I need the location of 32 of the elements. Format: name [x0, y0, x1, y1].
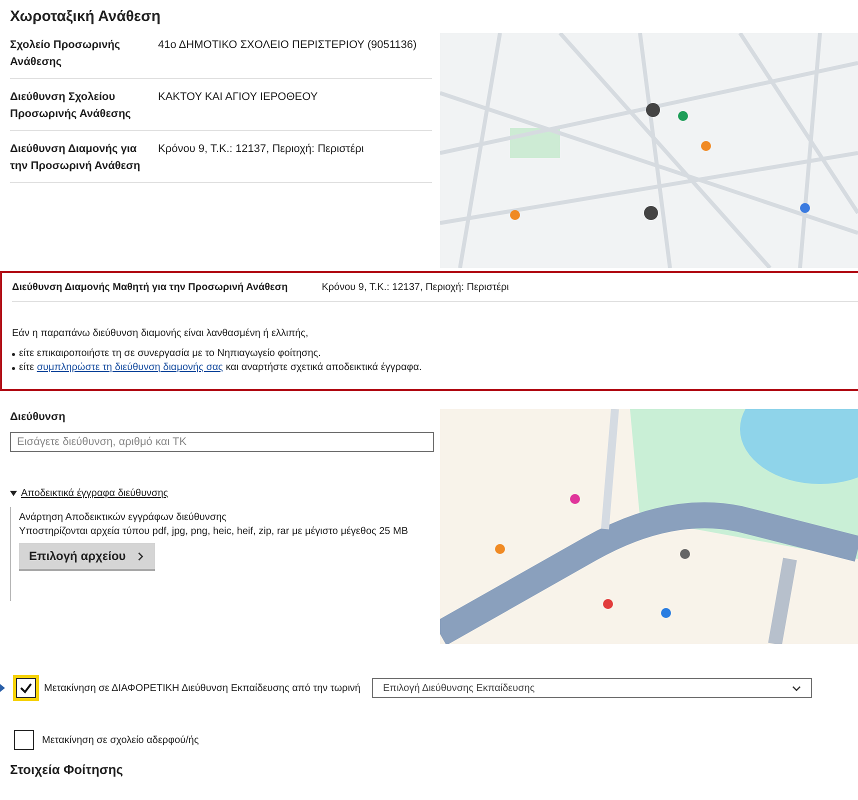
chevron-down-icon [792, 684, 801, 692]
focus-marker-icon [0, 684, 5, 692]
field-value: ΚΑΚΤΟΥ ΚΑΙ ΑΓΙΟΥ ΙΕΡΟΘΕΟΥ [158, 90, 319, 105]
caret-icon [10, 490, 17, 497]
education-directorate-select[interactable]: Επιλογή Διεύθυνσης Εκπαίδευσης [372, 678, 812, 698]
checkbox-label: Μετακίνηση σε σχολείο αδερφού/ής [42, 734, 200, 746]
upload-title: Ανάρτηση Αποδεικτικών εγγράφων διεύθυνσης [19, 511, 226, 525]
field-value: Κρόνου 9, Τ.Κ.: 12137, Περιοχή: Περιστέρι [322, 281, 509, 295]
section-title: Χωροταξική Ανάθεση [10, 8, 162, 25]
field-label: Σχολείο Προσωρινής Ανάθεσης [10, 38, 122, 70]
field-value: 41ο ΔΗΜΟΤΙΚΟ ΣΧΟΛΕΙΟ ΠΕΡΙΣΤΕΡΙΟΥ (9051136) [158, 38, 418, 53]
documents-toggle[interactable]: Αποδεικτικά έγγραφα διεύθυνσης [10, 488, 432, 499]
bullet-icon [12, 366, 15, 370]
field-label: Διεύθυνση [10, 410, 66, 425]
field-label: Διεύθυνση Διαμονής Μαθητή για την Προσωρινή Ανάθεση [12, 281, 288, 295]
checkbox-label: Μετακίνηση σε ΔΙΑΦΟΡΕΤΙΚΗ Διεύθυνση Εκπαίδευσης από την τωρινή [44, 682, 362, 694]
field-value: Κρόνου 9, Τ.Κ.: 12137, Περιοχή: Περιστέρι [158, 142, 365, 157]
choose-file-button[interactable]: Επιλογή αρχείου [19, 543, 155, 571]
checkbox[interactable] [16, 678, 36, 698]
bullet-text: είτε συμπληρώστε τη διεύθυνση διαμονής σας και αναρτήστε σχετικά αποδεικτικά έγγραφα. [19, 361, 422, 375]
section-heading: Στοιχεία Φοίτησης [10, 762, 124, 777]
checkmark-icon [19, 681, 33, 695]
bullet-text: είτε επικαιροποιήστε τη σε συνεργασία με το Νηπιαγωγείο φοίτησης. [19, 347, 321, 361]
field-label: Διεύθυνση Διαμονής για την Προσωρινή Ανάθεση [10, 142, 142, 174]
notice-text: Εάν η παραπάνω διεύθυνση διαμονής είναι λανθασμένη ή ελλιπής, [12, 328, 310, 339]
field-label: Διεύθυνση Σχολείου Προσωρινής Ανάθεσης [10, 90, 132, 122]
checkbox[interactable] [14, 730, 34, 750]
chevron-right-icon [136, 552, 145, 560]
bullet-icon [12, 352, 15, 356]
upload-hint: Υποστηρίζονται αρχεία τύπου pdf, jpg, png, heic, heif, zip, rar με μέγιστο μέγεθος 25 MB [19, 525, 408, 539]
address-link[interactable]: συμπληρώστε τη διεύθυνση διαμονής σας [36, 362, 223, 373]
address-input[interactable]: Εισάγετε διεύθυνση, αριθμό και ΤΚ [10, 432, 434, 452]
